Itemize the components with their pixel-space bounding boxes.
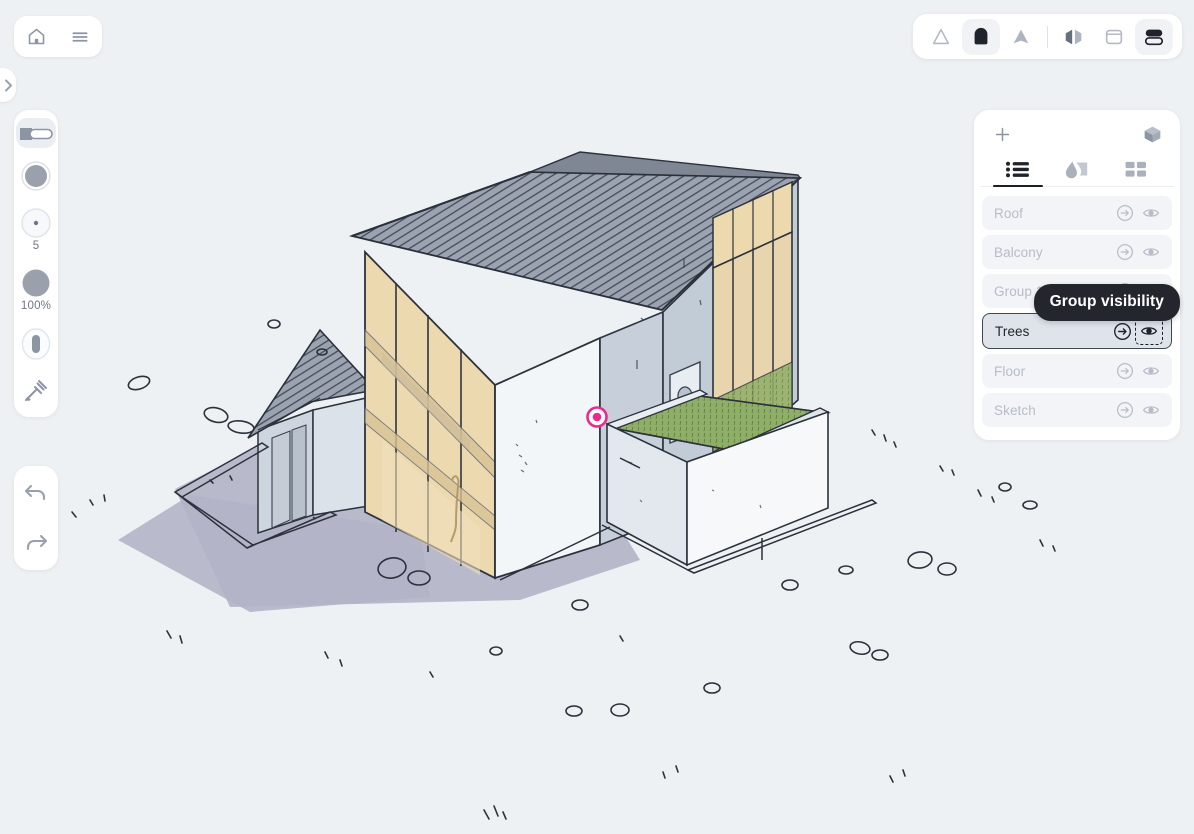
plus-icon bbox=[995, 127, 1009, 141]
tab-list[interactable] bbox=[988, 152, 1047, 187]
arrow-in-circle-icon bbox=[1117, 244, 1133, 260]
podium-planter bbox=[605, 389, 831, 567]
layer-row-floor[interactable]: Floor bbox=[982, 354, 1172, 388]
mirror-view-button[interactable] bbox=[1055, 19, 1093, 55]
brush-size-button[interactable]: 5 bbox=[16, 202, 56, 255]
marker-tool-icon bbox=[20, 128, 53, 140]
history-tools-panel bbox=[14, 466, 58, 570]
topleft-toolbar bbox=[14, 16, 102, 57]
undo-button[interactable] bbox=[16, 476, 56, 508]
enter-group-icon[interactable] bbox=[1112, 239, 1138, 265]
color-swatch-icon bbox=[21, 161, 51, 191]
enter-group-icon[interactable] bbox=[1112, 397, 1138, 423]
stacked-layers-icon bbox=[1144, 29, 1164, 45]
drawing-tools-panel: 5 100% bbox=[14, 110, 58, 417]
frame-view-button[interactable] bbox=[1095, 19, 1133, 55]
cube-icon bbox=[1144, 126, 1160, 142]
eye-icon bbox=[1142, 248, 1160, 256]
toolbar-divider bbox=[1047, 25, 1048, 48]
tab-grid[interactable] bbox=[1107, 152, 1166, 186]
layer-name: Balcony bbox=[994, 244, 1043, 260]
opacity-value: 100% bbox=[20, 300, 52, 312]
solid-cone-view-button[interactable] bbox=[1002, 19, 1040, 55]
annex-volume bbox=[247, 328, 377, 535]
opacity-button[interactable]: 100% bbox=[16, 262, 56, 315]
arrow-in-circle-icon bbox=[1117, 402, 1133, 418]
mirror-icon bbox=[1065, 29, 1082, 44]
redo-button[interactable] bbox=[16, 526, 56, 558]
enter-group-icon[interactable] bbox=[1109, 318, 1135, 344]
layer-row-sketch[interactable]: Sketch bbox=[982, 393, 1172, 427]
brush-size-value: 5 bbox=[32, 240, 40, 252]
shaded-box-icon bbox=[974, 27, 988, 44]
tab-active-underline bbox=[992, 184, 1043, 187]
list-icon bbox=[1006, 161, 1030, 177]
layer-row-balcony[interactable]: Balcony bbox=[982, 235, 1172, 269]
chevron-right-icon bbox=[5, 79, 12, 91]
layer-name: Trees bbox=[995, 323, 1030, 339]
outline-cone-icon bbox=[932, 28, 950, 44]
layers-panel: Roof Balcony Group 1 Trees Floor Sketch bbox=[974, 110, 1180, 440]
arrow-in-circle-icon bbox=[1117, 205, 1133, 221]
layers-view-button[interactable] bbox=[1135, 18, 1173, 55]
home-icon bbox=[28, 28, 44, 45]
layer-name: Roof bbox=[994, 205, 1023, 221]
group-visibility-tooltip: Group visibility bbox=[1033, 284, 1180, 321]
enter-group-icon[interactable] bbox=[1112, 200, 1138, 226]
marker-tool-button[interactable] bbox=[16, 118, 56, 148]
enter-group-icon[interactable] bbox=[1112, 358, 1138, 384]
eyedropper-icon bbox=[25, 380, 47, 401]
tab-materials[interactable] bbox=[1047, 152, 1106, 186]
app-root: 5 100% Roof Balcony Group 1 Trees Floor … bbox=[0, 0, 1194, 834]
layer-name: Floor bbox=[994, 363, 1026, 379]
layer-row-roof[interactable]: Roof bbox=[982, 196, 1172, 230]
eye-icon bbox=[1140, 327, 1158, 335]
eyedropper-tool-button[interactable] bbox=[16, 371, 56, 407]
brush-size-icon bbox=[21, 208, 51, 238]
group-visibility-icon[interactable] bbox=[1138, 200, 1164, 226]
redo-icon bbox=[26, 534, 48, 551]
solid-cone-icon bbox=[1013, 29, 1029, 43]
eye-icon bbox=[1142, 209, 1160, 217]
materials-shapes-icon bbox=[1065, 161, 1088, 179]
frame-icon bbox=[1105, 29, 1123, 44]
point-marker bbox=[586, 406, 608, 428]
group-visibility-icon[interactable] bbox=[1138, 397, 1164, 423]
eraser-tool-button[interactable] bbox=[16, 322, 56, 364]
group-visibility-icon[interactable] bbox=[1138, 358, 1164, 384]
menu-button[interactable] bbox=[65, 22, 95, 52]
add-layer-button[interactable] bbox=[988, 120, 1016, 148]
layers-panel-tabs bbox=[980, 152, 1174, 187]
eye-icon bbox=[1142, 367, 1160, 375]
arrow-in-circle-icon bbox=[1117, 363, 1133, 379]
opacity-icon bbox=[22, 269, 50, 297]
view-mode-toolbar bbox=[913, 14, 1182, 59]
group-visibility-icon[interactable] bbox=[1135, 317, 1163, 345]
cone-view-button[interactable] bbox=[922, 19, 960, 55]
layer-name: Sketch bbox=[994, 402, 1036, 418]
3d-objects-button[interactable] bbox=[1138, 120, 1166, 148]
hamburger-menu-icon bbox=[72, 31, 88, 42]
shaded-view-button[interactable] bbox=[962, 18, 1000, 55]
arrow-in-circle-icon bbox=[1113, 322, 1131, 340]
home-button[interactable] bbox=[21, 22, 51, 52]
layers-panel-header bbox=[974, 110, 1180, 152]
eraser-icon bbox=[21, 328, 51, 360]
grid-icon bbox=[1125, 161, 1147, 177]
eye-icon bbox=[1142, 406, 1160, 414]
undo-icon bbox=[24, 484, 46, 501]
group-visibility-icon[interactable] bbox=[1138, 239, 1164, 265]
color-swatch-button[interactable] bbox=[16, 155, 56, 195]
